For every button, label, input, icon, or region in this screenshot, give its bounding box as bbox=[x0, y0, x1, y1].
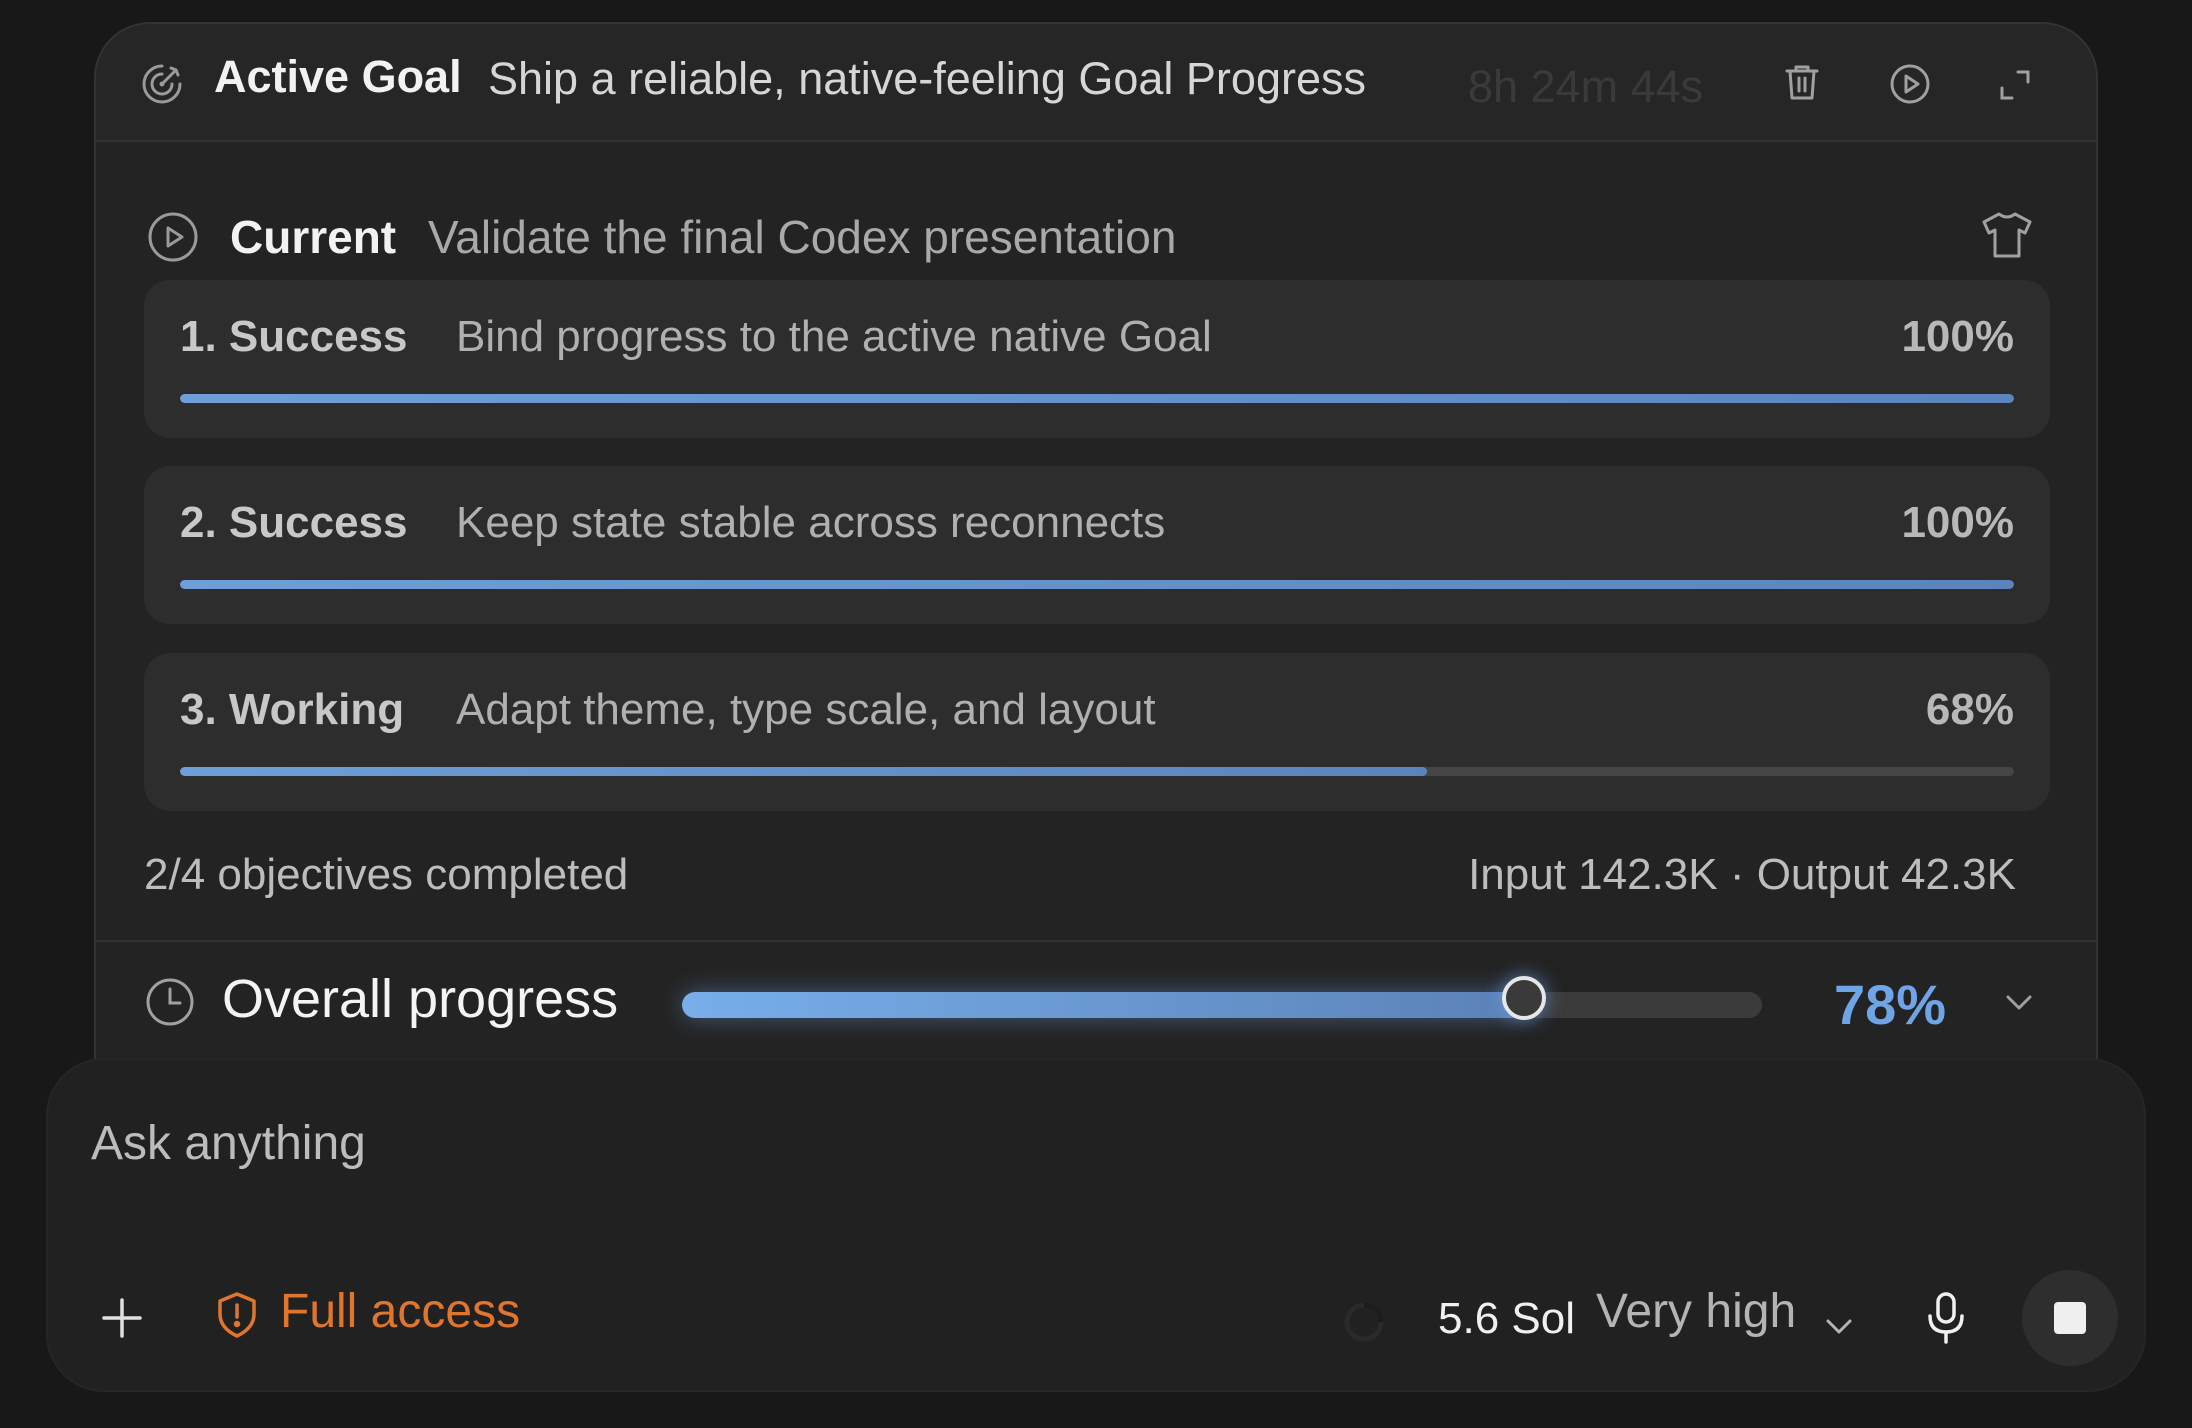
objective-card: 1. Success Bind progress to the active n… bbox=[144, 280, 2050, 438]
current-label: Current bbox=[230, 211, 397, 263]
overall-progress-fill bbox=[682, 992, 1525, 1018]
overall-progress-row[interactable]: Overall progress 78% bbox=[96, 940, 2096, 1060]
chevron-down-icon[interactable] bbox=[1822, 1314, 1856, 1343]
objective-progress-fill bbox=[180, 580, 2014, 589]
token-usage: Input 142.3K · Output 42.3K bbox=[1468, 850, 2016, 899]
objective-percent: 68% bbox=[1925, 685, 2014, 734]
goal-title: Active Goal bbox=[214, 51, 462, 102]
clock-icon bbox=[144, 976, 196, 1033]
shirt-icon[interactable] bbox=[1980, 210, 2034, 265]
current-text: Validate the final Codex presentation bbox=[428, 211, 1177, 263]
goal-icon bbox=[140, 62, 184, 111]
objective-progress-fill bbox=[180, 767, 1428, 776]
objective-card: 3. Working Adapt theme, type scale, and … bbox=[144, 653, 2050, 811]
effort-selector[interactable]: Very high bbox=[1596, 1284, 1796, 1339]
goal-description: Ship a reliable, native-feeling Goal Pro… bbox=[488, 53, 1366, 104]
objective-text: Adapt theme, type scale, and layout bbox=[456, 685, 1156, 734]
objective-text: Keep state stable across reconnects bbox=[456, 498, 1166, 547]
access-level-button[interactable]: Full access bbox=[280, 1284, 520, 1339]
overall-progress-thumb[interactable] bbox=[1502, 976, 1547, 1020]
objective-status: 3. Working bbox=[180, 685, 405, 734]
objective-progress-track bbox=[180, 767, 2014, 776]
goal-panel: Active Goal Ship a reliable, native-feel… bbox=[94, 22, 2098, 1062]
stop-button[interactable] bbox=[2022, 1270, 2118, 1366]
play-icon[interactable] bbox=[1888, 62, 1932, 111]
objective-text: Bind progress to the active native Goal bbox=[456, 312, 1212, 361]
overall-progress-percent: 78% bbox=[1834, 973, 1947, 1036]
stop-icon bbox=[2054, 1302, 2086, 1334]
goal-timer: 8h 24m 44s bbox=[1468, 61, 1704, 112]
objectives-completed: 2/4 objectives completed bbox=[144, 850, 629, 899]
spinner-icon bbox=[1342, 1300, 1386, 1349]
objective-percent: 100% bbox=[1901, 498, 2014, 547]
expand-icon[interactable] bbox=[1998, 68, 2032, 107]
current-objective-row: Current Validate the final Codex present… bbox=[96, 184, 2096, 263]
shield-alert-icon bbox=[214, 1290, 260, 1345]
goal-header: Active Goal Ship a reliable, native-feel… bbox=[96, 24, 2096, 142]
objective-status: 1. Success bbox=[180, 312, 408, 361]
plus-icon[interactable] bbox=[100, 1296, 144, 1345]
microphone-icon[interactable] bbox=[1924, 1290, 1968, 1351]
overall-progress-label: Overall progress bbox=[222, 969, 619, 1029]
composer: Ask anything Full access 5.6 Sol Very hi… bbox=[48, 1060, 2144, 1390]
objective-progress-track bbox=[180, 580, 2014, 589]
overall-progress-slider[interactable] bbox=[682, 976, 1762, 1020]
objective-status: 2. Success bbox=[180, 498, 408, 547]
objective-progress-fill bbox=[180, 394, 2014, 403]
model-selector[interactable]: 5.6 Sol bbox=[1438, 1294, 1575, 1344]
chevron-down-icon[interactable] bbox=[2002, 990, 2036, 1019]
objective-card: 2. Success Keep state stable across reco… bbox=[144, 466, 2050, 624]
objective-percent: 100% bbox=[1901, 312, 2014, 361]
trash-icon[interactable] bbox=[1780, 60, 1824, 109]
message-input[interactable]: Ask anything bbox=[91, 1116, 366, 1171]
objective-progress-track bbox=[180, 394, 2014, 403]
play-icon bbox=[146, 210, 200, 269]
